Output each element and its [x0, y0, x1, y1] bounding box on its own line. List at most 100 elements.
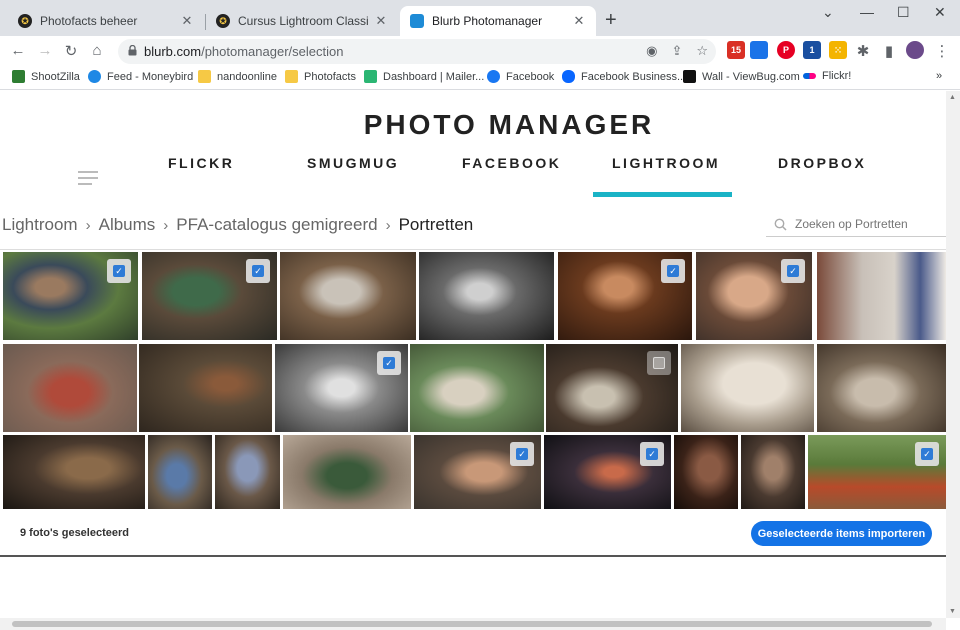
photo-thumbnail[interactable] — [817, 344, 946, 432]
side-panel-icon[interactable]: ▮ — [880, 42, 898, 60]
checkmark-icon: ✓ — [516, 448, 528, 460]
checkmark-icon: ✓ — [252, 265, 264, 277]
selection-footer: 9 foto's geselecteerd Geselecteerde item… — [0, 509, 946, 557]
photo-thumbnail[interactable] — [674, 435, 738, 509]
tab-title: Cursus Lightroom Classic Module — [238, 14, 368, 28]
checkmark-icon: ✓ — [667, 265, 679, 277]
photo-thumbnail[interactable] — [681, 344, 814, 432]
photo-thumbnail[interactable] — [139, 344, 272, 432]
photo-thumbnail[interactable]: ✓ — [696, 252, 812, 340]
close-tab-icon[interactable]: ✕ — [374, 13, 388, 29]
photo-thumbnail[interactable]: ✓ — [142, 252, 277, 340]
bookmark-photofacts[interactable]: Photofacts — [285, 70, 356, 83]
select-checkbox[interactable]: ✓ — [640, 442, 664, 466]
tab-search-icon[interactable]: ⌄ — [822, 4, 834, 21]
photo-thumbnail[interactable] — [215, 435, 280, 509]
url-host: blurb.com — [144, 44, 202, 59]
bookmark-nandoonline[interactable]: nandoonline — [198, 70, 277, 83]
photo-thumbnail[interactable] — [410, 344, 544, 432]
address-bar[interactable]: blurb.com/photomanager/selection ◉ ⇪ ☆ — [118, 39, 716, 64]
photo-thumbnail[interactable] — [3, 344, 137, 432]
photo-thumbnail[interactable]: ✓ — [544, 435, 671, 509]
select-checkbox[interactable]: ✓ — [915, 442, 939, 466]
bookmark-facebook[interactable]: Facebook — [487, 70, 554, 83]
photo-thumbnail[interactable] — [283, 435, 411, 509]
photo-thumbnail[interactable] — [741, 435, 805, 509]
bookmark-mailer[interactable]: Dashboard | Mailer... — [364, 70, 484, 83]
folder-icon — [285, 70, 298, 83]
breadcrumb-lightroom[interactable]: Lightroom — [2, 215, 78, 235]
home-icon[interactable]: ⌂ — [88, 42, 106, 59]
ext-blue-icon[interactable]: 1 — [803, 41, 821, 59]
photo-thumbnail[interactable]: ✓ — [3, 252, 138, 340]
photo-thumbnail[interactable] — [3, 435, 145, 509]
tab-photofacts-beheer[interactable]: ✪ Photofacts beheer ✕ — [8, 6, 204, 36]
search-icon — [774, 218, 787, 231]
photo-thumbnail[interactable] — [419, 252, 554, 340]
lock-icon — [128, 45, 137, 56]
tab-lightroom[interactable]: LIGHTROOM — [612, 155, 720, 171]
browser-menu-icon[interactable]: ⋮ — [933, 42, 951, 60]
import-selected-button[interactable]: Geselecteerde items importeren — [751, 521, 932, 546]
menu-icon[interactable] — [78, 171, 98, 189]
vertical-scrollbar[interactable]: ▲ ▼ — [946, 91, 960, 618]
tab-dropbox[interactable]: DROPBOX — [778, 155, 866, 171]
bookmark-viewbug[interactable]: Wall - ViewBug.com — [683, 70, 800, 83]
bookmark-moneybird[interactable]: Feed - Moneybird — [88, 70, 193, 83]
tab-smugmug[interactable]: SMUGMUG — [307, 155, 399, 171]
calendar-ext-icon[interactable] — [750, 41, 768, 59]
scrollbar-thumb[interactable] — [12, 621, 932, 627]
breadcrumb-catalog[interactable]: PFA-catalogus gemigreerd — [176, 215, 377, 235]
back-arrow-icon[interactable]: ← — [9, 42, 27, 59]
photo-thumbnail[interactable] — [817, 252, 946, 340]
close-tab-icon[interactable]: ✕ — [180, 13, 194, 29]
photo-thumbnail[interactable]: ✓ — [558, 252, 692, 340]
profile-avatar[interactable] — [906, 41, 924, 59]
photo-thumbnail[interactable]: ✓ — [808, 435, 946, 509]
tab-cursus-lightroom[interactable]: ✪ Cursus Lightroom Classic Module ✕ — [206, 6, 398, 36]
bookmarks-overflow-icon[interactable]: » — [936, 70, 942, 82]
new-tab-button[interactable]: + — [605, 10, 617, 30]
search-input[interactable] — [795, 217, 945, 231]
viewbug-icon — [683, 70, 696, 83]
select-checkbox[interactable] — [647, 351, 671, 375]
bookmark-favicon-icon — [364, 70, 377, 83]
bookmark-star-icon[interactable]: ☆ — [696, 43, 708, 59]
select-checkbox[interactable]: ✓ — [246, 259, 270, 283]
minimize-icon[interactable]: — — [860, 4, 874, 20]
bookmark-favicon-icon — [88, 70, 101, 83]
maximize-icon[interactable]: ☐ — [897, 4, 910, 21]
breadcrumb-albums[interactable]: Albums — [99, 215, 156, 235]
photo-thumbnail[interactable] — [280, 252, 416, 340]
checkmark-icon: ✓ — [921, 448, 933, 460]
forward-arrow-icon[interactable]: → — [36, 42, 54, 59]
photo-thumbnail[interactable]: ✓ — [275, 344, 408, 432]
gmail-icon[interactable]: 15 — [727, 41, 745, 59]
select-checkbox[interactable]: ✓ — [377, 351, 401, 375]
share-icon[interactable]: ⇪ — [671, 43, 682, 59]
tab-blurb-photomanager[interactable]: Blurb Photomanager ✕ — [400, 6, 596, 36]
pinterest-icon[interactable]: P — [777, 41, 795, 59]
extensions-puzzle-icon[interactable]: ✱ — [854, 42, 872, 60]
photo-thumbnail[interactable] — [148, 435, 212, 509]
select-checkbox[interactable]: ✓ — [510, 442, 534, 466]
bookmark-flickr[interactable]: Flickr! — [803, 70, 851, 82]
select-checkbox[interactable]: ✓ — [107, 259, 131, 283]
bookmark-facebook-business[interactable]: Facebook Business... — [562, 70, 686, 83]
select-checkbox[interactable]: ✓ — [661, 259, 685, 283]
close-tab-icon[interactable]: ✕ — [572, 13, 586, 29]
reload-icon[interactable]: ↻ — [62, 42, 80, 60]
bookmark-shootzilla[interactable]: ShootZilla — [12, 70, 80, 83]
blurb-favicon-icon — [410, 14, 424, 28]
tab-flickr[interactable]: FLICKR — [168, 155, 234, 171]
select-checkbox[interactable]: ✓ — [781, 259, 805, 283]
photo-thumbnail[interactable] — [546, 344, 678, 432]
browser-toolbar: ← → ↻ ⌂ blurb.com/photomanager/selection… — [0, 36, 960, 66]
horizontal-scrollbar[interactable] — [0, 618, 946, 630]
tab-facebook[interactable]: FACEBOOK — [462, 155, 561, 171]
grid-ext-icon[interactable]: ⁙ — [829, 41, 847, 59]
eye-off-icon[interactable]: ◉ — [646, 43, 657, 59]
search-box — [766, 212, 946, 237]
photo-thumbnail[interactable]: ✓ — [414, 435, 541, 509]
close-window-icon[interactable]: ✕ — [934, 4, 946, 21]
